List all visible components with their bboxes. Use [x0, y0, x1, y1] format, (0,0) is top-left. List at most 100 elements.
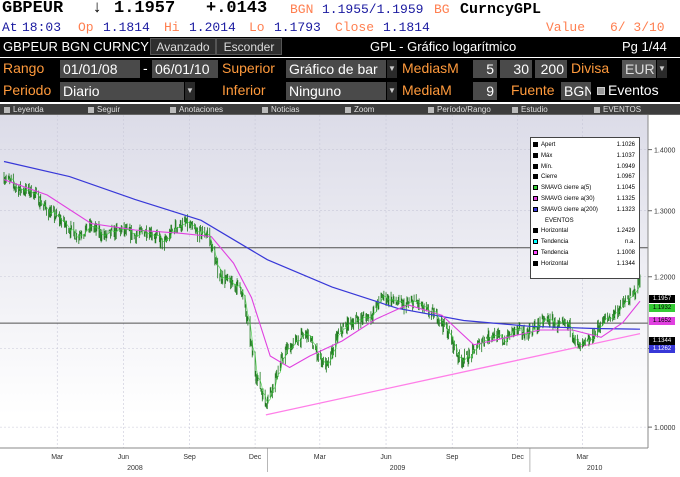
- date-separator: -: [143, 60, 148, 76]
- x-year-label: 2010: [587, 465, 603, 472]
- legend-item[interactable]: Horizontal 1.2429: [533, 227, 639, 235]
- legend-name: Tendencia: [541, 250, 569, 256]
- legend-item[interactable]: Horizontal 1.1344: [533, 260, 639, 268]
- x-year-label: 2008: [127, 465, 143, 472]
- legend-swatch: [533, 185, 538, 191]
- legend-value: 1.1325: [616, 196, 635, 202]
- x-tick-label: Mar: [576, 454, 589, 461]
- period-select[interactable]: Diario: [60, 82, 184, 100]
- low-label: Lo: [249, 20, 265, 35]
- tab-advanced[interactable]: Avanzado: [150, 38, 216, 55]
- security-id[interactable]: CurncyGPL: [460, 1, 541, 18]
- down-arrow-icon: ↓: [92, 0, 103, 18]
- net-change: +.0143: [206, 0, 268, 18]
- price-tag: 1.1932: [649, 304, 675, 312]
- bid-ask-source: BG: [434, 2, 450, 17]
- legend-value: 1.1323: [616, 206, 635, 213]
- legend-name: Mín.: [541, 163, 553, 170]
- legend-name: EVENTOS: [545, 217, 574, 224]
- pricing-source: BGN: [290, 2, 314, 17]
- legend-item[interactable]: SMAVG cierre a(30) 1.1325: [533, 195, 639, 203]
- legend-item[interactable]: EVENTOS: [533, 217, 639, 225]
- legend-item[interactable]: Mín. 1.0949: [533, 163, 639, 171]
- quote-time: 18:03: [22, 20, 62, 35]
- toolbar-period-range-button[interactable]: Período/Rango: [428, 104, 491, 115]
- legend-item[interactable]: Máx 1.1037: [533, 152, 639, 160]
- upper-chevron-down-icon[interactable]: ▼: [387, 60, 397, 78]
- currency-select[interactable]: EUR: [622, 60, 656, 78]
- upper-chart-select[interactable]: Gráfico de bar: [286, 60, 386, 78]
- legend-value: 1.0949: [616, 163, 635, 170]
- lower-chart-select[interactable]: Ninguno: [286, 82, 386, 100]
- tab-hide[interactable]: Esconder: [216, 38, 282, 55]
- params-row-period: Periodo Diario ▼ Inferior Ninguno ▼ Medi…: [0, 80, 680, 102]
- legend-swatch: [533, 142, 538, 147]
- params-row-range: Rango 01/01/08 - 06/01/10 Superior Gráfi…: [0, 58, 680, 80]
- legend-swatch: [533, 163, 538, 169]
- ma-period-1[interactable]: 5: [473, 60, 497, 78]
- quote-detail-row: At 18:03 Op 1.1814 Hi 1.2014 Lo 1.1793 C…: [0, 19, 680, 36]
- toolbar-annotations-button[interactable]: Anotaciones: [170, 104, 223, 115]
- range-label: Rango: [3, 60, 45, 76]
- legend-swatch: [533, 152, 538, 158]
- legend-name: SMAVG cierre a(5): [541, 185, 592, 192]
- toolbar-events-button[interactable]: EVENTOS: [594, 104, 641, 115]
- currency-label: Divisa: [571, 60, 610, 76]
- moving-averages-label: MediasM: [402, 60, 459, 76]
- x-tick-label: Jun: [380, 454, 391, 461]
- start-date-field[interactable]: 01/01/08: [60, 60, 140, 78]
- legend-swatch: [533, 250, 538, 255]
- source-field[interactable]: BGN: [561, 82, 591, 100]
- x-tick-label: Dec: [511, 454, 524, 461]
- high-value: 1.2014: [189, 20, 236, 35]
- quote-header: GBPEUR ↓ 1.1957 +.0143 BGN 1.1955/1.1959…: [0, 0, 680, 19]
- legend-item[interactable]: Tendencia 1.1008: [533, 249, 639, 257]
- value-date: 6/ 3/10: [610, 20, 665, 35]
- close-value: 1.1814: [383, 20, 430, 35]
- open-value: 1.1814: [103, 20, 150, 35]
- low-value: 1.1793: [274, 20, 321, 35]
- ma-period-2[interactable]: 30: [500, 60, 532, 78]
- chart-legend[interactable]: Apert 1.1026 Máx 1.1037 Mín. 1.0949 Cierre 1.09…: [530, 137, 640, 279]
- legend-swatch: [533, 228, 538, 234]
- chart-toolbar: Leyenda Seguir Anotaciones Noticias Zoom…: [0, 104, 680, 115]
- toolbar-zoom-button[interactable]: Zoom: [345, 104, 374, 115]
- open-label: Op: [78, 20, 94, 35]
- events-label[interactable]: Eventos: [608, 82, 659, 98]
- events-checkbox[interactable]: [597, 87, 605, 95]
- legend-name: SMAVG cierre a(200): [541, 206, 598, 213]
- page-indicator: Pg 1/44: [622, 39, 667, 54]
- price-tag: 1.1344: [649, 337, 675, 345]
- source-label: Fuente: [511, 82, 555, 98]
- x-tick-label: Dec: [249, 454, 262, 461]
- y-tick-label: 1.4000: [654, 148, 676, 155]
- legend-value: 1.1344: [616, 260, 635, 267]
- ma-period-lower[interactable]: 9: [473, 82, 497, 100]
- legend-item[interactable]: Cierre 1.0967: [533, 173, 639, 181]
- currency-chevron-down-icon[interactable]: ▼: [657, 60, 667, 78]
- toolbar-study-button[interactable]: Estudio: [512, 104, 548, 115]
- legend-item[interactable]: Tendencia n.a.: [533, 238, 639, 246]
- end-date-field[interactable]: 06/01/10: [152, 60, 218, 78]
- legend-value: 1.1037: [616, 152, 635, 159]
- legend-value: 1.1045: [616, 185, 635, 192]
- ma-period-3[interactable]: 200: [535, 60, 567, 78]
- toolbar-legend-button[interactable]: Leyenda: [4, 104, 44, 115]
- period-chevron-down-icon[interactable]: ▼: [185, 82, 195, 100]
- ticker-symbol[interactable]: GBPEUR: [2, 0, 63, 18]
- legend-item[interactable]: Apert 1.1026: [533, 141, 639, 149]
- price-tag: 1.1262: [649, 345, 675, 353]
- legend-name: Horizontal: [541, 228, 569, 235]
- lower-chevron-down-icon[interactable]: ▼: [387, 82, 397, 100]
- period-label: Periodo: [3, 82, 52, 98]
- toolbar-follow-button[interactable]: Seguir: [88, 104, 120, 115]
- legend-item[interactable]: SMAVG cierre a(200) 1.1323: [533, 206, 639, 214]
- toolbar-news-button[interactable]: Noticias: [262, 104, 299, 115]
- legend-name: Tendencia: [541, 239, 569, 246]
- legend-swatch: [533, 196, 538, 201]
- legend-value: 1.0967: [616, 174, 635, 181]
- price-tag: 1.1957: [649, 295, 675, 303]
- legend-value: n.a.: [624, 239, 635, 246]
- legend-item[interactable]: SMAVG cierre a(5) 1.1045: [533, 184, 639, 192]
- x-tick-label: Jun: [118, 454, 129, 461]
